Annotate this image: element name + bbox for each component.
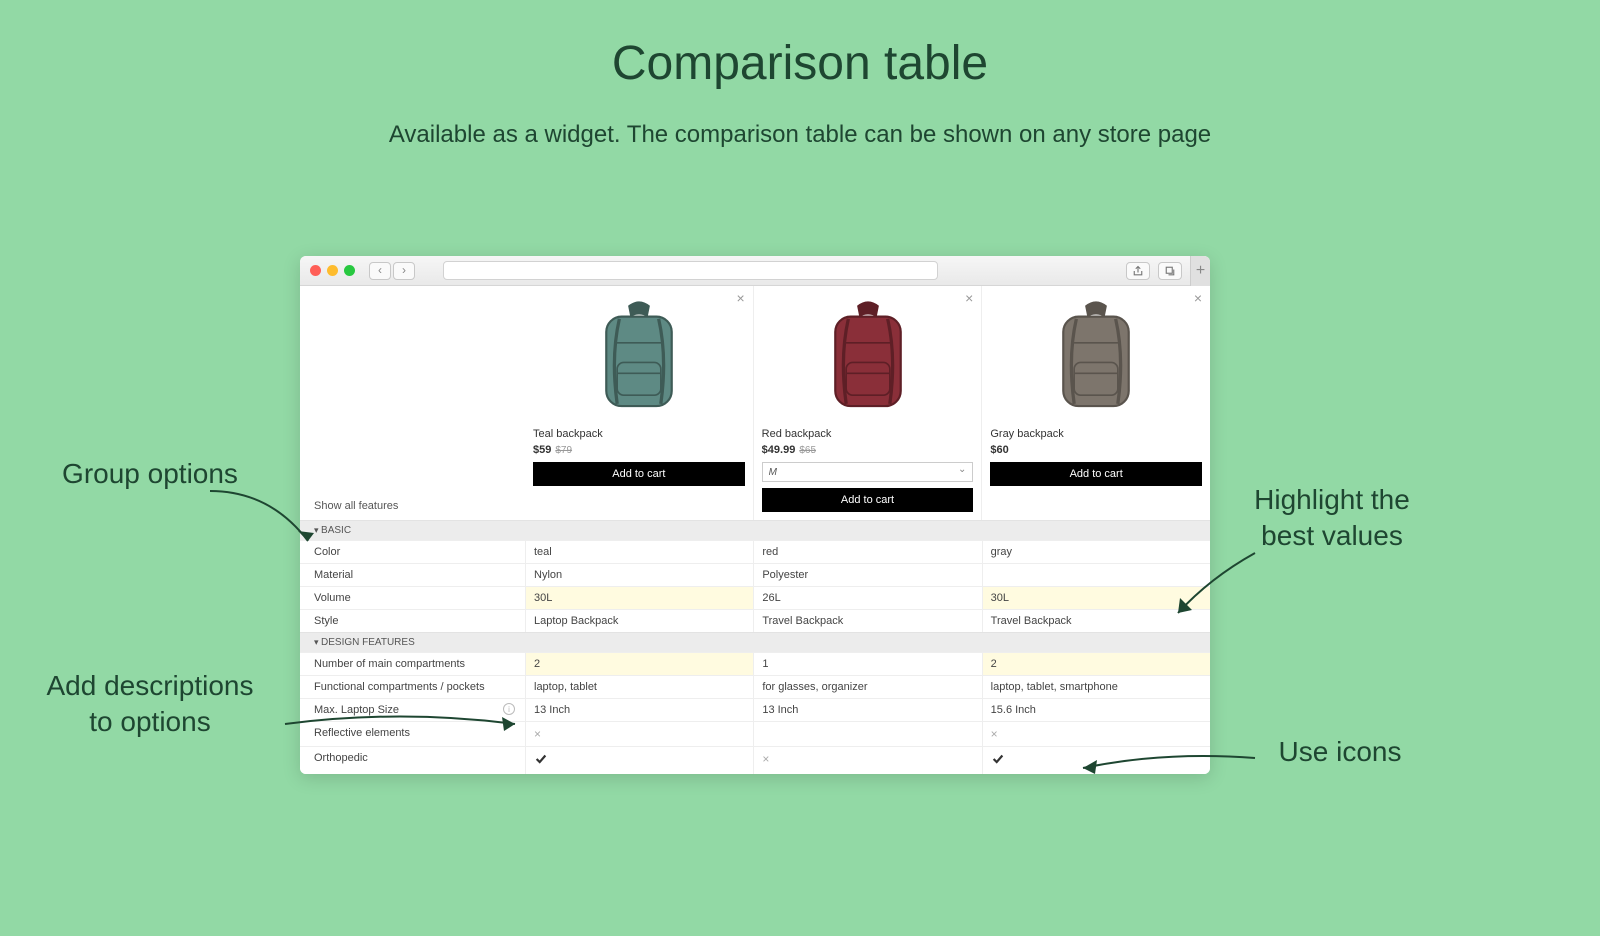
address-bar[interactable]	[443, 261, 938, 280]
feature-label: Orthopedic	[300, 747, 525, 774]
remove-product-icon[interactable]: ×	[1194, 290, 1202, 306]
nav-buttons: ‹ ›	[369, 262, 415, 280]
feature-value: Laptop Backpack	[525, 610, 753, 632]
product-card: × Gray backpack $60 Add to cart	[981, 286, 1210, 520]
feature-value: for glasses, organizer	[753, 676, 981, 698]
share-icon[interactable]	[1126, 262, 1150, 280]
arrow-icon	[1075, 746, 1265, 776]
add-to-cart-button[interactable]: Add to cart	[533, 462, 745, 486]
page-title: Comparison table	[0, 36, 1600, 91]
product-name: Red backpack	[762, 428, 974, 440]
feature-group-header[interactable]: BASIC	[300, 520, 1210, 540]
product-card: × Teal backpack $59$79 Add to cart	[525, 286, 753, 520]
product-image	[990, 292, 1202, 422]
maximize-window-icon[interactable]	[344, 265, 355, 276]
product-price: $59$79	[533, 444, 745, 456]
new-tab-button[interactable]: +	[1190, 256, 1210, 286]
x-icon: ×	[991, 727, 998, 741]
feature-value: Polyester	[753, 564, 981, 586]
arrow-icon	[1170, 548, 1270, 628]
feature-value: 2	[525, 653, 753, 675]
feature-label: Volume	[300, 587, 525, 609]
feature-value: ×	[525, 722, 753, 746]
feature-value: 26L	[753, 587, 981, 609]
product-price: $60	[990, 444, 1202, 456]
feature-label: Style	[300, 610, 525, 632]
product-image	[533, 292, 745, 422]
page-content: Show all features × Teal backpack $59$79…	[300, 286, 1210, 774]
feature-value: Nylon	[525, 564, 753, 586]
window-controls	[310, 265, 355, 276]
callout-use-icons: Use icons	[1260, 734, 1420, 770]
product-name: Teal backpack	[533, 428, 745, 440]
product-price: $49.99$65	[762, 444, 974, 456]
back-button[interactable]: ‹	[369, 262, 391, 280]
feature-row: Colortealredgray	[300, 540, 1210, 563]
page-subtitle: Available as a widget. The comparison ta…	[0, 121, 1600, 149]
x-icon: ×	[534, 727, 541, 741]
feature-value	[525, 747, 753, 774]
feature-value: ×	[753, 747, 981, 774]
feature-label: Number of main compartments	[300, 653, 525, 675]
minimize-window-icon[interactable]	[327, 265, 338, 276]
add-to-cart-button[interactable]: Add to cart	[990, 462, 1202, 486]
arrow-icon	[280, 704, 530, 744]
feature-label: Material	[300, 564, 525, 586]
feature-value: 1	[753, 653, 981, 675]
feature-value: 2	[982, 653, 1210, 675]
feature-value: 13 Inch	[753, 699, 981, 721]
tabs-icon[interactable]	[1158, 262, 1182, 280]
feature-value: 15.6 Inch	[982, 699, 1210, 721]
feature-row: Orthopedic ×	[300, 746, 1210, 774]
check-icon	[991, 757, 1005, 769]
callout-add-descriptions: Add descriptions to options	[20, 668, 280, 741]
feature-value	[753, 722, 981, 746]
feature-row: Volume30L26L30L	[300, 586, 1210, 609]
feature-value: laptop, tablet, smartphone	[982, 676, 1210, 698]
feature-value: laptop, tablet	[525, 676, 753, 698]
check-icon	[534, 757, 548, 769]
feature-row: Number of main compartments212	[300, 652, 1210, 675]
x-icon: ×	[762, 752, 769, 766]
feature-value: teal	[525, 541, 753, 563]
feature-row: StyleLaptop BackpackTravel BackpackTrave…	[300, 609, 1210, 632]
close-window-icon[interactable]	[310, 265, 321, 276]
feature-label: Functional compartments / pockets	[300, 676, 525, 698]
feature-value: Travel Backpack	[753, 610, 981, 632]
feature-group-header[interactable]: DESIGN FEATURES	[300, 632, 1210, 652]
feature-value: 30L	[525, 587, 753, 609]
remove-product-icon[interactable]: ×	[965, 290, 973, 306]
size-select[interactable]: M	[762, 462, 974, 482]
feature-value: red	[753, 541, 981, 563]
product-card: × Red backpack $49.99$65 M Add to cart	[753, 286, 982, 520]
feature-value: ×	[982, 722, 1210, 746]
callout-highlight-best: Highlight the best values	[1232, 482, 1432, 555]
add-to-cart-button[interactable]: Add to cart	[762, 488, 974, 512]
forward-button[interactable]: ›	[393, 262, 415, 280]
remove-product-icon[interactable]: ×	[736, 290, 744, 306]
browser-window: ‹ › + Show all features ×	[300, 256, 1210, 774]
feature-label: Color	[300, 541, 525, 563]
arrow-icon	[200, 481, 330, 561]
product-name: Gray backpack	[990, 428, 1202, 440]
product-image	[762, 292, 974, 422]
feature-row: MaterialNylonPolyester	[300, 563, 1210, 586]
browser-chrome: ‹ › +	[300, 256, 1210, 286]
feature-value: 13 Inch	[525, 699, 753, 721]
feature-row: Functional compartments / pocketslaptop,…	[300, 675, 1210, 698]
